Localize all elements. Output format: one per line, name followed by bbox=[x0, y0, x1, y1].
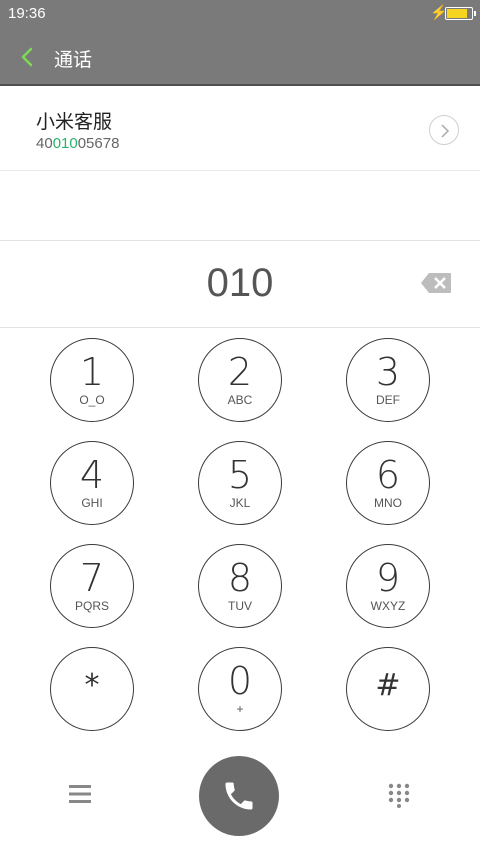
backspace-button[interactable] bbox=[420, 272, 452, 294]
status-bar: 19:36 ⚡ bbox=[0, 0, 480, 28]
bottom-bar bbox=[0, 755, 480, 853]
status-time: 19:36 bbox=[8, 5, 46, 22]
key-8[interactable]: 8 TUV bbox=[198, 544, 282, 628]
key-9[interactable]: 9 WXYZ bbox=[346, 544, 430, 628]
contact-name: 小米客服 bbox=[36, 111, 113, 133]
menu-button[interactable] bbox=[67, 783, 93, 805]
back-button[interactable] bbox=[14, 42, 42, 72]
backspace-icon bbox=[421, 273, 451, 293]
chevron-left-icon bbox=[21, 47, 33, 67]
dialpad-icon bbox=[388, 783, 410, 808]
key-0[interactable]: 0 + bbox=[198, 647, 282, 731]
dialed-number[interactable]: 010 bbox=[0, 261, 480, 306]
title-bar: 通话 bbox=[0, 28, 480, 86]
contact-number: 4001005678 bbox=[36, 135, 120, 152]
key-star[interactable]: * bbox=[50, 647, 134, 731]
battery-icon bbox=[445, 7, 476, 20]
contact-results-list: 小米客服 4001005678 燕婷 184 01015689 bbox=[0, 88, 480, 317]
chevron-right-icon bbox=[441, 124, 450, 138]
key-hash[interactable]: # bbox=[346, 647, 430, 731]
phone-icon bbox=[225, 782, 253, 810]
key-7[interactable]: 7 PQRS bbox=[50, 544, 134, 628]
dial-input-area: 010 bbox=[0, 240, 480, 328]
key-4[interactable]: 4 GHI bbox=[50, 441, 134, 525]
menu-icon bbox=[69, 785, 91, 803]
call-button[interactable] bbox=[199, 756, 279, 836]
page-title: 通话 bbox=[54, 49, 93, 71]
key-6[interactable]: 6 MNO bbox=[346, 441, 430, 525]
dialpad-toggle-button[interactable] bbox=[386, 782, 412, 808]
contact-detail-button[interactable] bbox=[429, 115, 459, 145]
contact-result-item[interactable]: 小米客服 4001005678 bbox=[0, 88, 480, 171]
key-1[interactable]: 1 O_O bbox=[50, 338, 134, 422]
key-3[interactable]: 3 DEF bbox=[346, 338, 430, 422]
contact-result-item[interactable]: 燕婷 184 01015689 bbox=[0, 171, 480, 317]
key-5[interactable]: 5 JKL bbox=[198, 441, 282, 525]
key-2[interactable]: 2 ABC bbox=[198, 338, 282, 422]
